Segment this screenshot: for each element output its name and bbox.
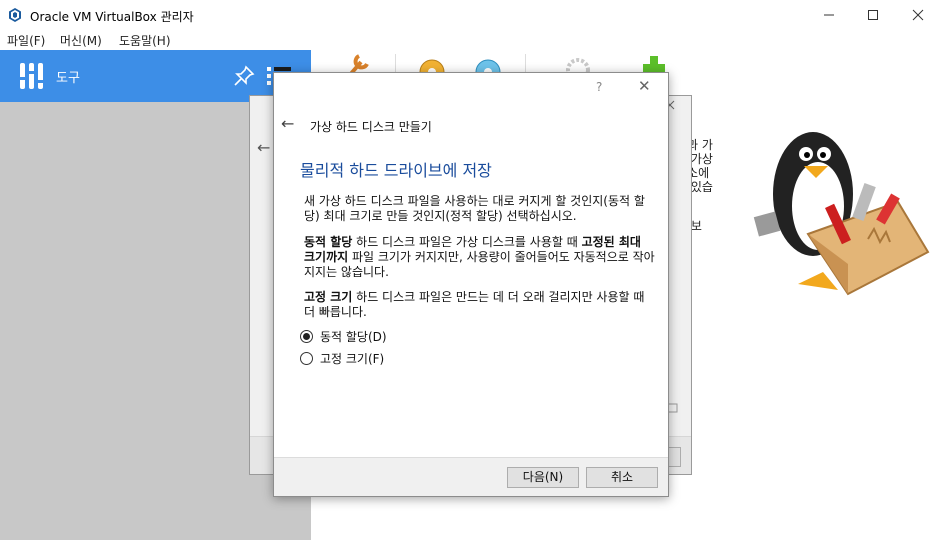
minimize-button[interactable] xyxy=(806,0,852,30)
radio-button[interactable] xyxy=(300,352,313,365)
help-button[interactable]: ? xyxy=(596,80,602,94)
fixed-term: 고정 크기 xyxy=(304,290,353,304)
wizard-title: 가상 하드 디스크 만들기 xyxy=(310,120,432,134)
title-bar: Oracle VM VirtualBox 관리자 xyxy=(0,0,940,30)
menu-bar: 파일(F) 머신(M) 도움말(H) xyxy=(0,30,940,50)
next-button[interactable]: 다음(N) xyxy=(507,467,579,488)
tools-label: 도구 xyxy=(56,71,80,86)
option-label: 고정 크기(F) xyxy=(320,352,385,366)
maximize-button[interactable] xyxy=(850,0,896,30)
menu-help[interactable]: 도움말(H) xyxy=(119,32,171,49)
dynamic-text: 하드 디스크 파일은 가상 디스크를 사용할 때 xyxy=(352,235,582,249)
dynamic-text: 파일 크기가 커지지만, 사용량이 줄어들어도 자동적으로 작아지지는 않습니다… xyxy=(304,250,655,279)
tools-icon xyxy=(20,63,43,89)
fixed-text: 하드 디스크 파일은 만드는 데 더 오래 걸리지만 사용할 때 더 빠릅니다. xyxy=(304,290,645,319)
intro-text: 새 가상 하드 디스크 파일을 사용하는 대로 커지게 할 것인지(동적 할당)… xyxy=(304,194,645,223)
tux-toolbox-mascot-icon xyxy=(753,132,930,296)
window-title: Oracle VM VirtualBox 관리자 xyxy=(30,10,194,24)
close-button[interactable] xyxy=(895,0,940,30)
menu-machine[interactable]: 머신(M) xyxy=(60,32,102,49)
fixed-description: 고정 크기 하드 디스크 파일은 만드는 데 더 오래 걸리지만 사용할 때 더… xyxy=(304,290,656,320)
option-fixed-size[interactable]: 고정 크기(F) xyxy=(300,350,384,367)
page-heading: 물리적 하드 드라이브에 저장 xyxy=(300,161,492,180)
dialog-close-button[interactable]: ✕ xyxy=(638,77,651,95)
minimize-icon xyxy=(824,14,834,16)
virtualbox-logo-icon xyxy=(9,8,21,22)
back-arrow-icon[interactable]: ← xyxy=(281,114,294,133)
radio-button-checked[interactable] xyxy=(300,330,313,343)
menu-file[interactable]: 파일(F) xyxy=(7,32,45,49)
cancel-button[interactable]: 취소 xyxy=(586,467,658,488)
back-arrow-icon[interactable]: ← xyxy=(257,138,270,157)
close-icon xyxy=(912,9,924,21)
option-dynamic-allocation[interactable]: 동적 할당(D) xyxy=(300,328,387,345)
dynamic-term: 동적 할당 xyxy=(304,235,353,249)
pin-icon[interactable] xyxy=(232,64,256,88)
dynamic-description: 동적 할당 하드 디스크 파일은 가상 디스크를 사용할 때 고정된 최대 크기… xyxy=(304,235,656,280)
create-virtual-hard-disk-dialog: ? ✕ ← 가상 하드 디스크 만들기 물리적 하드 드라이브에 저장 새 가상… xyxy=(273,72,669,497)
dialog-footer: 다음(N) 취소 xyxy=(274,457,668,496)
option-label: 동적 할당(D) xyxy=(320,330,387,344)
maximize-icon xyxy=(868,10,878,20)
